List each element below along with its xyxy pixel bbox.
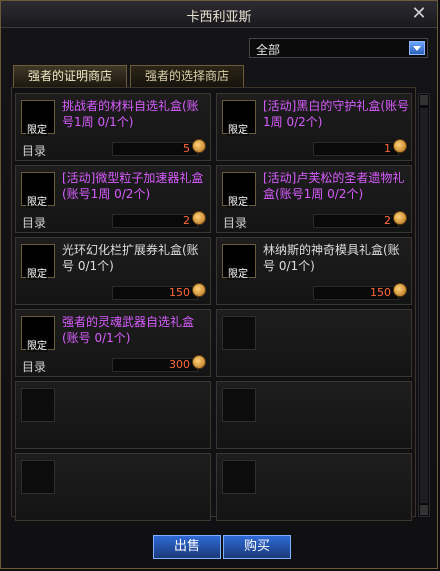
- limited-badge: 限定: [227, 265, 249, 280]
- scroll-up-button[interactable]: [420, 95, 428, 105]
- empty-slot: [15, 381, 211, 449]
- shop-item[interactable]: 限定 [活动]黑白的守护礼盒(账号1周 0/2个) 1: [216, 93, 412, 161]
- shop-item[interactable]: 限定 [活动]卢芙松的圣者遗物礼盒(账号1周 0/2个) 目录 2: [216, 165, 412, 233]
- currency-icon: [192, 211, 206, 225]
- item-price: 2: [183, 214, 190, 227]
- shop-item[interactable]: 限定 强者的灵魂武器自选礼盒(账号 0/1个) 目录 300: [15, 309, 211, 377]
- currency-icon: [393, 211, 407, 225]
- window-title: 卡西利亚斯: [186, 10, 252, 25]
- empty-slot: [216, 453, 412, 521]
- category-label[interactable]: 目录: [22, 358, 46, 375]
- empty-slot: [15, 453, 211, 521]
- shop-item[interactable]: 限定 挑战者的材料自选礼盒(账号1周 0/1个) 目录 5: [15, 93, 211, 161]
- close-icon[interactable]: ✕: [409, 4, 429, 24]
- currency-icon: [192, 355, 206, 369]
- item-name: 挑战者的材料自选礼盒(账号1周 0/1个): [62, 99, 199, 129]
- limited-badge: 限定: [227, 193, 249, 208]
- item-name: [活动]黑白的守护礼盒(账号1周 0/2个): [263, 99, 410, 129]
- filter-value: 全部: [256, 43, 281, 57]
- currency-icon: [192, 283, 206, 297]
- shop-item[interactable]: 限定 光环幻化栏扩展券礼盒(账号 0/1个) 150: [15, 237, 211, 305]
- buy-button[interactable]: 购买: [223, 535, 291, 559]
- item-price: 150: [370, 286, 391, 299]
- limited-badge: 限定: [227, 121, 249, 136]
- sell-button[interactable]: 出售: [153, 535, 221, 559]
- shop-window: 卡西利亚斯 ✕ 全部 强者的证明商店 强者的选择商店 限定 挑战者的材料自选礼盒…: [0, 0, 438, 569]
- gift-box-icon: 限定: [222, 100, 256, 136]
- chevron-down-icon[interactable]: [409, 41, 425, 55]
- item-price: 5: [183, 142, 190, 155]
- scroll-down-button[interactable]: [420, 505, 428, 515]
- limited-badge: 限定: [26, 193, 48, 208]
- limited-badge: 限定: [26, 121, 48, 136]
- ticket-icon: 限定: [21, 244, 55, 280]
- empty-slot-box: [21, 460, 55, 494]
- empty-slot-box: [21, 388, 55, 422]
- currency-icon: [393, 139, 407, 153]
- empty-slot-box: [222, 316, 256, 350]
- scrollbar[interactable]: [418, 93, 430, 517]
- item-price: 300: [169, 358, 190, 371]
- weapon-box-icon: 限定: [21, 316, 55, 352]
- material-box-icon: 限定: [21, 100, 55, 136]
- category-label[interactable]: 目录: [223, 214, 247, 231]
- filter-dropdown[interactable]: 全部: [249, 38, 428, 58]
- item-price: 150: [169, 286, 190, 299]
- empty-slot: [216, 381, 412, 449]
- item-name: [活动]微型粒子加速器礼盒(账号1周 0/2个): [62, 171, 204, 201]
- item-price: 2: [384, 214, 391, 227]
- category-label[interactable]: 目录: [22, 214, 46, 231]
- accelerator-box-icon: 限定: [21, 172, 55, 208]
- empty-slot-box: [222, 460, 256, 494]
- scroll-thumb[interactable]: [420, 108, 428, 503]
- mold-icon: 限定: [222, 244, 256, 280]
- shop-item[interactable]: 限定 [活动]微型粒子加速器礼盒(账号1周 0/2个) 目录 2: [15, 165, 211, 233]
- empty-slot: [216, 309, 412, 377]
- empty-slot-box: [222, 388, 256, 422]
- item-name: 强者的灵魂武器自选礼盒(账号 0/1个): [62, 315, 195, 345]
- relic-box-icon: 限定: [222, 172, 256, 208]
- category-label[interactable]: 目录: [22, 142, 46, 159]
- limited-badge: 限定: [26, 337, 48, 352]
- item-name: 光环幻化栏扩展券礼盒(账号 0/1个): [62, 243, 199, 273]
- title-bar: 卡西利亚斯 ✕: [1, 1, 437, 28]
- limited-badge: 限定: [26, 265, 48, 280]
- item-price: 1: [384, 142, 391, 155]
- item-name: 林纳斯的神奇模具礼盒(账号 0/1个): [263, 243, 400, 273]
- tab-proof-shop[interactable]: 强者的证明商店: [13, 65, 127, 87]
- item-name: [活动]卢芙松的圣者遗物礼盒(账号1周 0/2个): [263, 171, 405, 201]
- currency-icon: [393, 283, 407, 297]
- shop-item[interactable]: 限定 林纳斯的神奇模具礼盒(账号 0/1个) 150: [216, 237, 412, 305]
- currency-icon: [192, 139, 206, 153]
- tab-choice-shop[interactable]: 强者的选择商店: [130, 65, 244, 87]
